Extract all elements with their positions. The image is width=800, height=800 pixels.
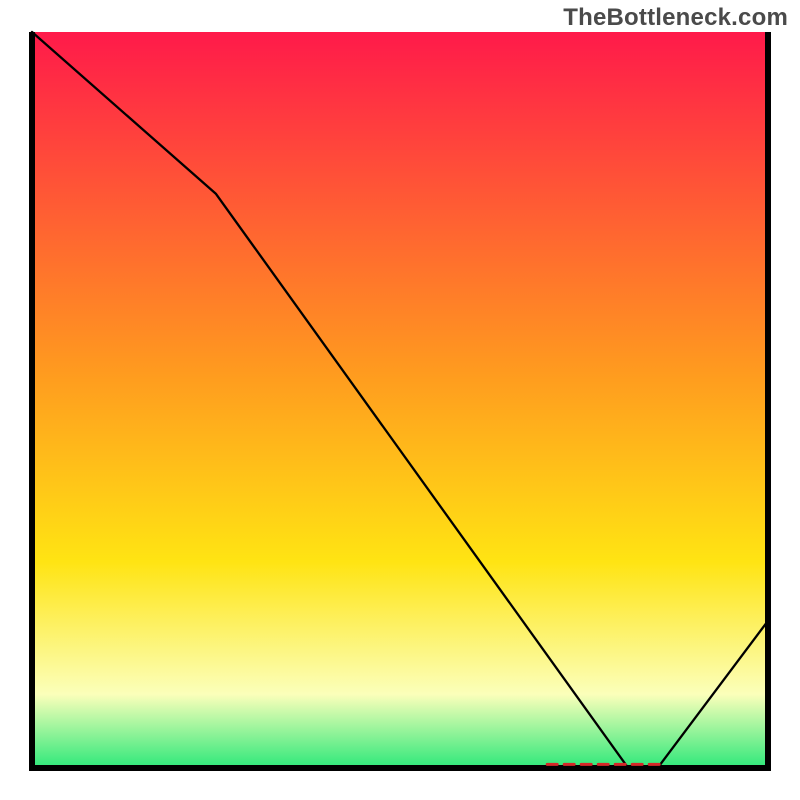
chart-container: TheBottleneck.com: [0, 0, 800, 800]
bottleneck-chart: [0, 0, 800, 800]
plot-background: [32, 32, 768, 768]
